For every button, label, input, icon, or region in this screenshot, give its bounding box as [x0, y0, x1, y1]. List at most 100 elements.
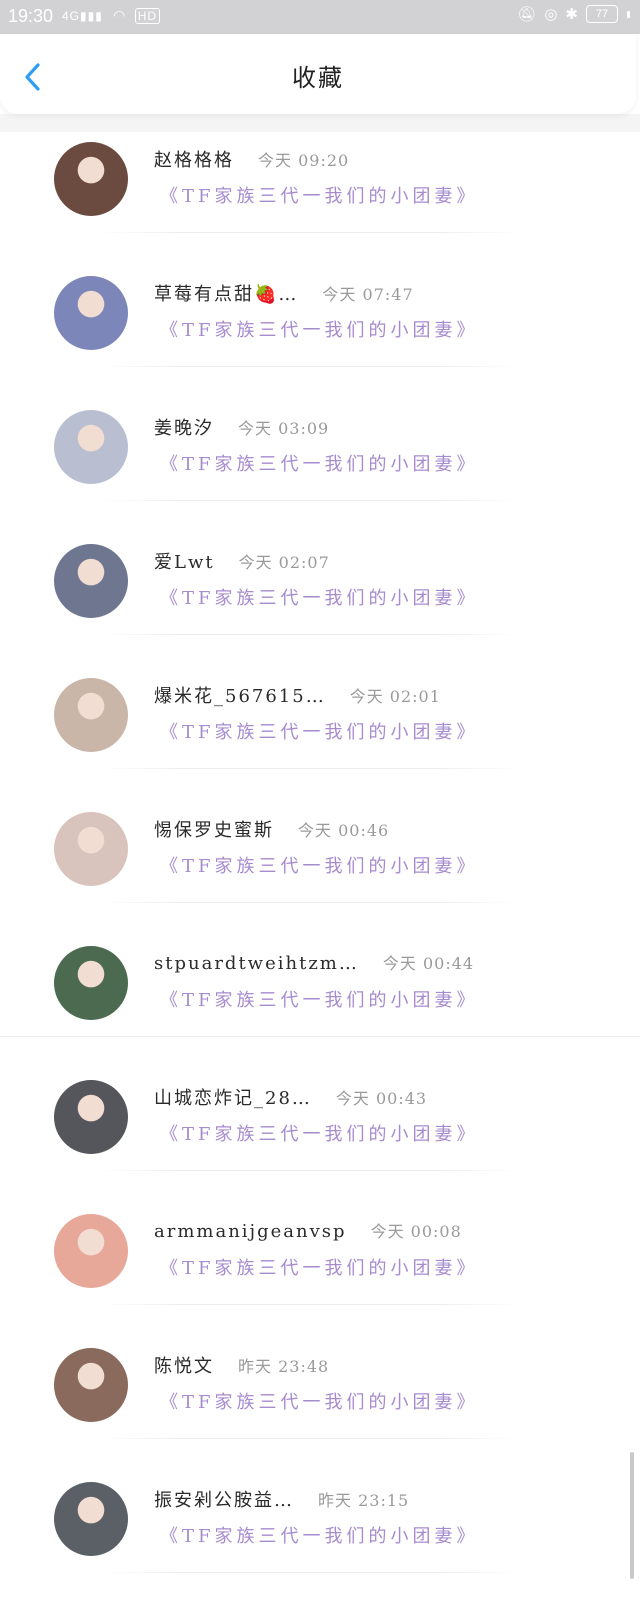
item-header: 陈悦文 昨天 23:48 — [154, 1352, 329, 1378]
item-header: armmanijgeanvsp 今天 00:08 — [154, 1218, 462, 1242]
avatar[interactable] — [54, 678, 128, 752]
avatar-image — [54, 276, 128, 350]
bluetooth-icon: ✱ — [565, 6, 578, 23]
divider — [100, 366, 520, 367]
username[interactable]: 爆米花_567615… — [154, 682, 326, 708]
timestamp: 今天 00:08 — [370, 1222, 462, 1241]
timestamp: 今天 02:01 — [349, 687, 441, 706]
username[interactable]: armmanijgeanvsp — [154, 1221, 347, 1242]
username[interactable]: 爱Lwt — [154, 548, 215, 574]
timestamp: 今天 07:47 — [322, 285, 414, 304]
list-item[interactable]: 振安剁公胺益… 昨天 23:15 《TF家族三代一我们的小团妻》 — [0, 1472, 640, 1606]
avatar[interactable] — [54, 812, 128, 886]
list-item[interactable]: stpuardtweihtzm… 今天 00:44 《TF家族三代一我们的小团妻》 — [0, 936, 640, 1070]
header-bar: 收藏 — [0, 34, 636, 114]
item-header: 山城恋炸记_28… 今天 00:43 — [154, 1084, 427, 1110]
collection-title-link[interactable]: 《TF家族三代一我们的小团妻》 — [160, 1522, 479, 1548]
list-item[interactable]: 惕保罗史蜜斯 今天 00:46 《TF家族三代一我们的小团妻》 — [0, 802, 640, 936]
list-item[interactable]: 姜晚汐 今天 03:09 《TF家族三代一我们的小团妻》 — [0, 400, 640, 534]
avatar[interactable] — [54, 946, 128, 1020]
list-item[interactable]: armmanijgeanvsp 今天 00:08 《TF家族三代一我们的小团妻》 — [0, 1204, 640, 1338]
status-right-icons: 🔕︎ ◎ ✱ 77 — [517, 5, 630, 23]
collection-title-link[interactable]: 《TF家族三代一我们的小团妻》 — [160, 584, 479, 610]
collection-title-link[interactable]: 《TF家族三代一我们的小团妻》 — [160, 316, 479, 342]
item-header: 振安剁公胺益… 昨天 23:15 — [154, 1486, 409, 1512]
status-bar: 19:30 4G▮▮▮ ◠ HD 🔕︎ ◎ ✱ 77 — [0, 0, 640, 34]
divider — [100, 1438, 520, 1439]
item-header: 赵格格格 今天 09:20 — [154, 146, 349, 172]
avatar-image — [54, 946, 128, 1020]
username[interactable]: 陈悦文 — [154, 1352, 214, 1378]
collection-title-link[interactable]: 《TF家族三代一我们的小团妻》 — [160, 1254, 479, 1280]
username[interactable]: stpuardtweihtzm… — [154, 953, 359, 974]
username[interactable]: 振安剁公胺益… — [154, 1486, 294, 1512]
divider — [100, 1572, 520, 1573]
battery-icon: 77 — [586, 5, 618, 23]
signal-icon: 4G▮▮▮ ◠ HD — [62, 7, 161, 24]
avatar[interactable] — [54, 1080, 128, 1154]
avatar[interactable] — [54, 544, 128, 618]
item-header: 爱Lwt 今天 02:07 — [154, 548, 330, 574]
scrollbar[interactable] — [630, 1452, 634, 1579]
timestamp: 今天 00:46 — [298, 821, 390, 840]
list-item[interactable]: 爆米花_567615… 今天 02:01 《TF家族三代一我们的小团妻》 — [0, 668, 640, 802]
avatar-image — [54, 1348, 128, 1422]
username[interactable]: 惕保罗史蜜斯 — [154, 816, 274, 842]
timestamp: 今天 00:44 — [382, 954, 475, 973]
list-item[interactable]: 草莓有点甜🍓… 今天 07:47 《TF家族三代一我们的小团妻》 — [0, 266, 640, 400]
avatar[interactable] — [54, 276, 128, 350]
avatar-image — [54, 678, 128, 752]
collection-title-link[interactable]: 《TF家族三代一我们的小团妻》 — [160, 182, 479, 208]
timestamp: 今天 00:43 — [335, 1089, 428, 1108]
username[interactable]: 山城恋炸记_28… — [154, 1084, 312, 1110]
status-time: 19:30 — [8, 6, 54, 26]
list-item[interactable]: 陈悦文 昨天 23:48 《TF家族三代一我们的小团妻》 — [0, 1338, 640, 1472]
collection-title-link[interactable]: 《TF家族三代一我们的小团妻》 — [160, 852, 479, 878]
wifi-icon: ◠ — [113, 7, 127, 23]
bell-off-icon: 🔕︎ — [517, 6, 537, 23]
divider — [100, 1304, 520, 1305]
username[interactable]: 姜晚汐 — [154, 414, 214, 440]
avatar[interactable] — [54, 1214, 128, 1288]
timestamp: 今天 03:09 — [238, 419, 330, 438]
avatar-image — [54, 1080, 128, 1154]
collection-title-link[interactable]: 《TF家族三代一我们的小团妻》 — [160, 1120, 479, 1146]
item-header: 爆米花_567615… 今天 02:01 — [154, 682, 441, 708]
avatar-image — [54, 812, 128, 886]
item-header: 惕保罗史蜜斯 今天 00:46 — [154, 816, 389, 842]
collection-title-link[interactable]: 《TF家族三代一我们的小团妻》 — [160, 718, 479, 744]
username[interactable]: 赵格格格 — [154, 146, 234, 172]
list-item[interactable]: 爱Lwt 今天 02:07 《TF家族三代一我们的小团妻》 — [0, 534, 640, 668]
avatar-image — [54, 1214, 128, 1288]
battery-tip — [627, 10, 630, 18]
item-header: 草莓有点甜🍓… 今天 07:47 — [154, 280, 414, 306]
avatar[interactable] — [54, 410, 128, 484]
item-header: stpuardtweihtzm… 今天 00:44 — [154, 950, 474, 974]
avatar-image — [54, 410, 128, 484]
avatar[interactable] — [54, 1482, 128, 1556]
avatar[interactable] — [54, 1348, 128, 1422]
timestamp: 昨天 23:15 — [318, 1491, 410, 1510]
avatar[interactable] — [54, 142, 128, 216]
username[interactable]: 草莓有点甜🍓… — [154, 280, 298, 306]
list-item[interactable]: 赵格格格 今天 09:20 《TF家族三代一我们的小团妻》 — [0, 132, 640, 266]
avatar-image — [54, 544, 128, 618]
lock-rotation-icon: ◎ — [544, 6, 558, 23]
list-item[interactable]: 山城恋炸记_28… 今天 00:43 《TF家族三代一我们的小团妻》 — [0, 1070, 640, 1204]
page-title: 收藏 — [292, 64, 344, 92]
header-separator — [0, 114, 640, 132]
divider — [0, 1036, 640, 1037]
signal-label: 4G — [62, 9, 81, 23]
divider — [100, 634, 520, 635]
avatar-image — [54, 1482, 128, 1556]
favorites-list: 赵格格格 今天 09:20 《TF家族三代一我们的小团妻》 草莓有点甜🍓… 今天 07:… — [0, 132, 640, 1606]
collection-title-link[interactable]: 《TF家族三代一我们的小团妻》 — [160, 450, 479, 476]
timestamp: 今天 02:07 — [238, 553, 330, 572]
divider — [100, 232, 520, 233]
divider — [100, 768, 520, 769]
collection-title-link[interactable]: 《TF家族三代一我们的小团妻》 — [160, 1388, 479, 1414]
collection-title-link[interactable]: 《TF家族三代一我们的小团妻》 — [160, 986, 479, 1012]
hd-label: HD — [134, 8, 161, 24]
timestamp: 今天 09:20 — [258, 151, 350, 170]
divider — [100, 902, 520, 903]
